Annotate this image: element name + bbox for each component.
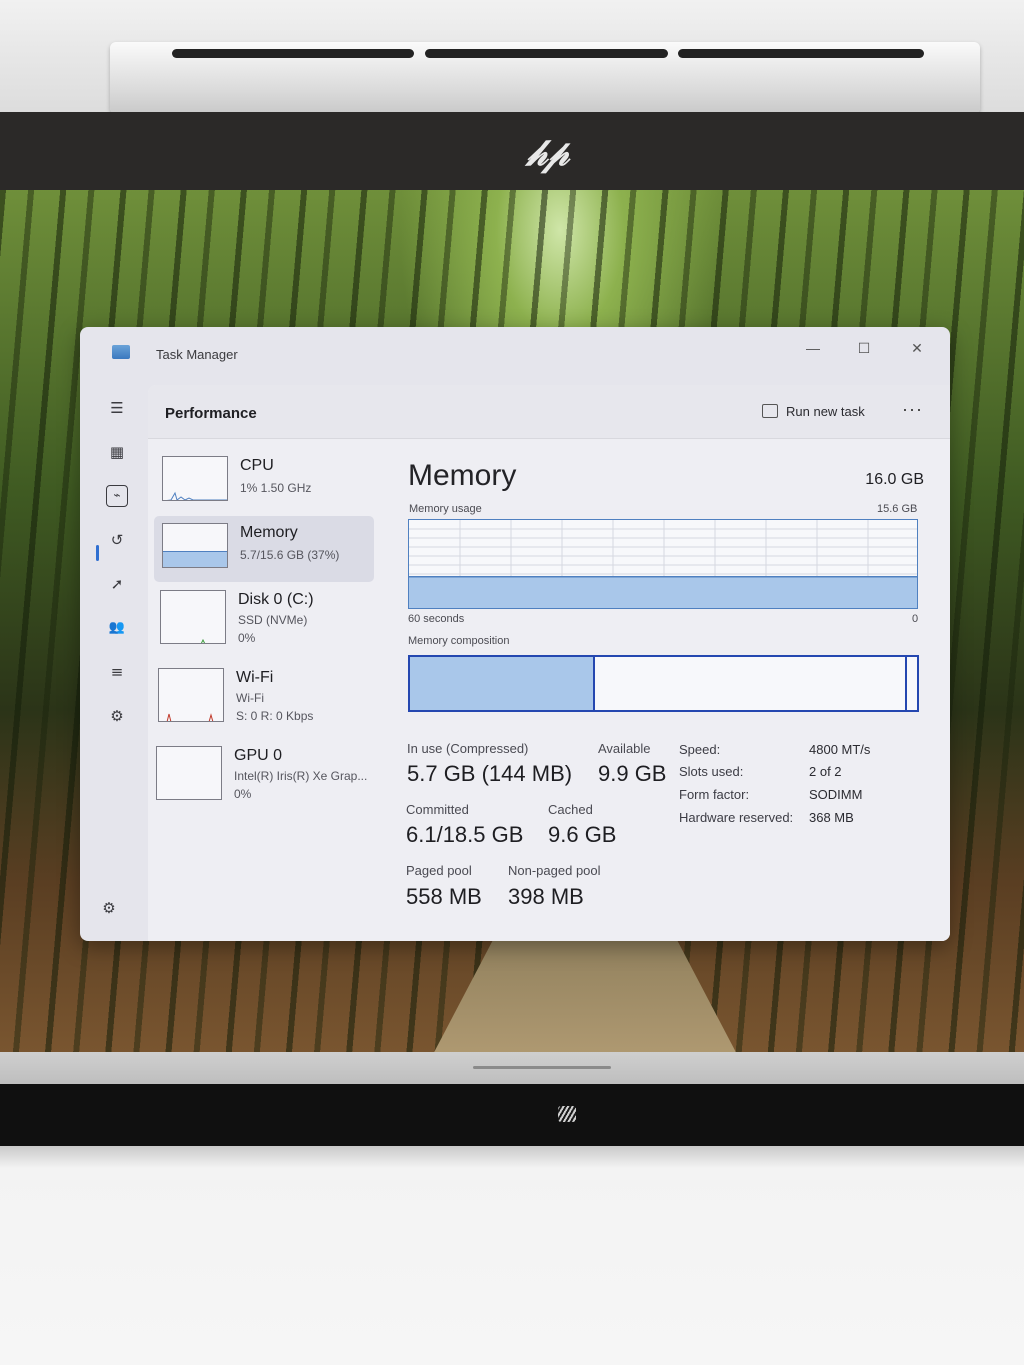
hinge-vent: [425, 49, 668, 58]
hinge-vent: [172, 49, 414, 58]
gpu-thumbnail-graph: [156, 746, 222, 800]
memory-composition-label: Memory composition: [408, 635, 510, 647]
performance-icon[interactable]: ⌁: [106, 485, 128, 507]
resource-detail: S: 0 R: 0 Kbps: [236, 709, 314, 723]
startup-apps-icon[interactable]: ➚: [106, 573, 128, 595]
maximize-button[interactable]: ☐: [851, 335, 877, 361]
more-options-button[interactable]: ···: [902, 399, 923, 420]
committed-label: Committed: [406, 802, 469, 817]
form-factor-label: Form factor:: [679, 787, 750, 802]
form-factor-value: SODIMM: [809, 787, 863, 802]
close-button[interactable]: ✕: [904, 335, 930, 361]
memory-total: 16.0 GB: [865, 471, 924, 488]
memory-usage-graph: [408, 519, 918, 609]
slots-used-value: 2 of 2: [809, 764, 842, 779]
cached-value: 9.6 GB: [548, 822, 617, 847]
memory-composition-bar: [408, 655, 919, 712]
composition-in-use[interactable]: [410, 657, 596, 710]
title-bar[interactable]: Task Manager — ☐ ✕: [80, 327, 950, 383]
settings-icon[interactable]: ⚙: [98, 897, 120, 919]
bezel-logo: [558, 1106, 576, 1122]
resource-detail: 0%: [234, 787, 252, 801]
resource-detail: 1% 1.50 GHz: [240, 481, 312, 495]
time-zero-label: 0: [912, 613, 919, 625]
disk-mini-chart: [200, 638, 206, 643]
processes-icon[interactable]: ▦: [106, 441, 128, 463]
wifi-thumbnail-graph: [158, 668, 224, 722]
resource-detail: Intel(R) Iris(R) Xe Grap...: [234, 769, 368, 783]
hinge-vent: [678, 49, 924, 58]
resource-detail: 0%: [238, 631, 256, 645]
window-title: Task Manager: [156, 347, 238, 362]
time-span-label: 60 seconds: [408, 613, 465, 625]
task-manager-window: Task Manager — ☐ ✕ ☰ ▦ ⌁ ↺ ➚ 👥 ≡ ⚙ ⚙ Per…: [80, 327, 950, 941]
resource-name: Memory: [240, 524, 298, 541]
available-value: 9.9 GB: [598, 761, 667, 786]
run-new-task-button[interactable]: Run new task: [762, 401, 865, 423]
slots-used-label: Slots used:: [679, 764, 744, 779]
in-use-label: In use (Compressed): [407, 741, 529, 756]
disk-thumbnail-graph: [160, 590, 226, 644]
details-icon[interactable]: ≡: [106, 661, 128, 683]
cached-label: Cached: [548, 802, 593, 817]
laptop-base: [0, 1146, 1024, 1365]
memory-usage-area: [409, 576, 917, 608]
users-icon[interactable]: 👥: [106, 617, 128, 639]
page-title: Performance: [165, 405, 257, 422]
run-task-icon: [762, 404, 778, 418]
screen-bottom-edge: [0, 1052, 1024, 1086]
screen-top-bezel: [0, 112, 1024, 192]
cpu-mini-chart: [166, 491, 227, 500]
resource-item-wifi[interactable]: Wi-Fi Wi-Fi S: 0 R: 0 Kbps: [150, 661, 370, 727]
composition-standby[interactable]: [595, 657, 907, 710]
resource-detail: Wi-Fi: [236, 691, 264, 705]
in-use-value: 5.7 GB (144 MB): [407, 761, 573, 786]
committed-value: 6.1/18.5 GB: [406, 822, 524, 847]
paged-pool-label: Paged pool: [406, 863, 472, 878]
composition-free[interactable]: [906, 657, 917, 710]
page-header: Performance Run new task ···: [148, 385, 950, 439]
memory-thumbnail-fill: [163, 551, 227, 567]
wallpaper-path: [430, 930, 740, 1056]
resource-item-disk[interactable]: Disk 0 (C:) SSD (NVMe) 0%: [152, 583, 372, 649]
hardware-reserved-value: 368 MB: [809, 810, 854, 825]
paged-pool-value: 558 MB: [406, 884, 482, 909]
run-task-label: Run new task: [786, 404, 865, 419]
non-paged-pool-label: Non-paged pool: [508, 863, 601, 878]
resource-item-memory[interactable]: Memory 5.7/15.6 GB (37%): [154, 516, 374, 582]
services-icon[interactable]: ⚙: [106, 705, 128, 727]
screen-bottom-bezel: [0, 1084, 1024, 1148]
task-manager-app-icon: [112, 345, 130, 359]
speed-label: Speed:: [679, 742, 721, 757]
resource-detail: 5.7/15.6 GB (37%): [240, 548, 340, 562]
non-paged-pool-value: 398 MB: [508, 884, 584, 909]
memory-title: Memory: [408, 459, 517, 492]
resource-item-cpu[interactable]: CPU 1% 1.50 GHz: [154, 449, 374, 515]
resource-name: Disk 0 (C:): [238, 591, 314, 608]
cpu-thumbnail-graph: [162, 456, 228, 501]
resource-name: Wi-Fi: [236, 669, 274, 686]
app-history-icon[interactable]: ↺: [106, 529, 128, 551]
navigation-rail: ☰ ▦ ⌁ ↺ ➚ 👥 ≡ ⚙ ⚙: [80, 385, 146, 941]
hamburger-menu-icon[interactable]: ☰: [106, 397, 128, 419]
speed-value: 4800 MT/s: [809, 742, 871, 757]
resource-detail: SSD (NVMe): [238, 613, 308, 627]
home-indicator: [473, 1066, 611, 1069]
memory-usage-label: Memory usage: [409, 503, 482, 515]
resource-item-gpu[interactable]: GPU 0 Intel(R) Iris(R) Xe Grap... 0%: [148, 739, 368, 805]
performance-page: Performance Run new task ··· CPU 1% 1.50…: [148, 385, 950, 941]
resource-name: GPU 0: [234, 747, 283, 764]
available-label: Available: [598, 741, 651, 756]
hp-logo: 𝒽𝓅: [526, 132, 569, 174]
memory-usage-max: 15.6 GB: [877, 503, 918, 515]
selected-nav-indicator: [96, 545, 99, 561]
hardware-reserved-label: Hardware reserved:: [679, 810, 794, 825]
memory-usage-chart: [409, 520, 917, 608]
wifi-mini-chart: [166, 713, 214, 721]
resource-name: CPU: [240, 457, 274, 474]
memory-thumbnail-graph: [162, 523, 228, 568]
minimize-button[interactable]: —: [800, 335, 826, 361]
